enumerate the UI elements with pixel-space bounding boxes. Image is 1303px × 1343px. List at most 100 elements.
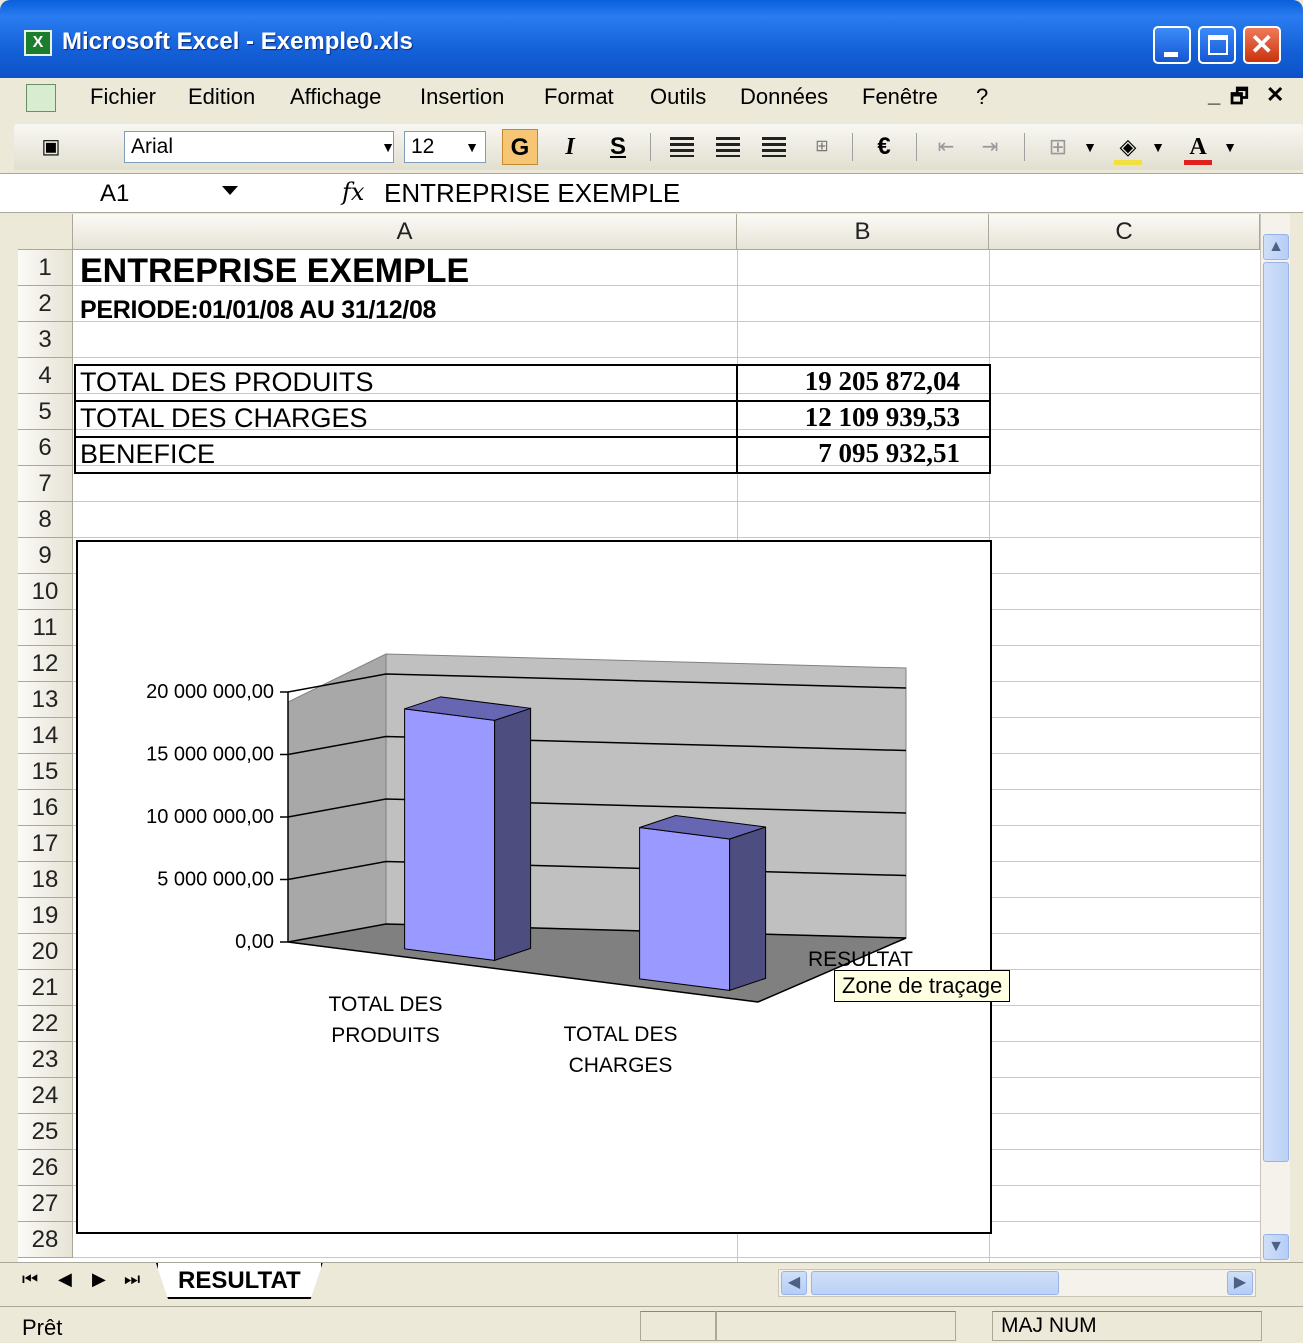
row-header-22[interactable]: 22 — [18, 1006, 73, 1042]
name-box[interactable]: A1 — [18, 176, 254, 212]
italic-button[interactable]: I — [552, 129, 588, 165]
borders-icon[interactable]: ⊞ — [1040, 129, 1076, 165]
vertical-scrollbar[interactable]: ▲ ▼ — [1260, 214, 1290, 1262]
align-left-icon[interactable] — [670, 137, 694, 157]
row-header-15[interactable]: 15 — [18, 754, 73, 790]
menu-affichage[interactable]: Affichage — [290, 84, 381, 110]
row-header-16[interactable]: 16 — [18, 790, 73, 826]
row-header-12[interactable]: 12 — [18, 646, 73, 682]
align-center-icon[interactable] — [716, 137, 740, 157]
close-button[interactable]: ✕ — [1243, 26, 1281, 64]
row-header-21[interactable]: 21 — [18, 970, 73, 1006]
formula-content[interactable]: ENTREPRISE EXEMPLE — [384, 178, 680, 209]
horizontal-scroll-thumb[interactable] — [811, 1271, 1059, 1295]
font-name-dropdown-icon[interactable]: ▼ — [378, 132, 398, 162]
cell-b4[interactable]: 19 205 872,04 — [742, 366, 960, 397]
row-header-6[interactable]: 6 — [18, 430, 73, 466]
horizontal-scrollbar[interactable]: ◀ ▶ — [778, 1269, 1256, 1297]
scroll-left-button[interactable]: ◀ — [781, 1271, 807, 1295]
bold-button[interactable]: G — [502, 129, 538, 165]
row-header-8[interactable]: 8 — [18, 502, 73, 538]
row-header-14[interactable]: 14 — [18, 718, 73, 754]
merge-center-icon[interactable]: ⊞ — [804, 129, 840, 165]
fill-color-dropdown-icon[interactable]: ▼ — [1148, 132, 1168, 162]
cell-a6[interactable]: BENEFICE — [80, 439, 215, 470]
menu-donnees[interactable]: Données — [740, 84, 828, 110]
row-header-9[interactable]: 9 — [18, 538, 73, 574]
row-header-4[interactable]: 4 — [18, 358, 73, 394]
row-header-7[interactable]: 7 — [18, 466, 73, 502]
menu-help[interactable]: ? — [976, 84, 988, 110]
worksheet-grid[interactable]: A B C 1 2 3 4 5 6 7 8 9 10 11 12 13 14 15 16 17 18 19 20 21 2… — [18, 214, 1260, 1262]
row-header-1[interactable]: 1 — [18, 250, 73, 286]
menu-insertion[interactable]: Insertion — [420, 84, 504, 110]
row-header-17[interactable]: 17 — [18, 826, 73, 862]
font-name-box[interactable]: Arial — [124, 131, 394, 163]
underline-button[interactable]: S — [600, 129, 636, 165]
scroll-down-button[interactable]: ▼ — [1263, 1234, 1289, 1260]
increase-indent-icon[interactable]: ⇥ — [972, 129, 1008, 165]
menu-format[interactable]: Format — [544, 84, 614, 110]
font-color-swatch — [1184, 160, 1212, 165]
previous-sheet-button[interactable]: ◀ — [58, 1269, 72, 1290]
cell-a5[interactable]: TOTAL DES CHARGES — [80, 403, 368, 434]
row-header-13[interactable]: 13 — [18, 682, 73, 718]
row-header-2[interactable]: 2 — [18, 286, 73, 322]
decrease-indent-icon[interactable]: ⇤ — [928, 129, 964, 165]
doc-restore-button[interactable]: 🗗 — [1230, 82, 1249, 116]
last-sheet-button[interactable]: ⏭ — [124, 1269, 140, 1290]
cell-a4[interactable]: TOTAL DES PRODUITS — [80, 367, 374, 398]
bar-chart[interactable]: 0,00 5 000 000,00 10 000 000,00 15 000 000,… — [78, 542, 990, 1232]
doc-minimize-button[interactable]: _ — [1208, 82, 1220, 108]
align-right-icon[interactable] — [762, 137, 786, 157]
row-header-27[interactable]: 27 — [18, 1186, 73, 1222]
y-tick-label: 5 000 000,00 — [157, 869, 274, 891]
chart-area[interactable]: 0,00 5 000 000,00 10 000 000,00 15 000 000,… — [76, 540, 992, 1234]
row-header-10[interactable]: 10 — [18, 574, 73, 610]
document-icon[interactable] — [26, 84, 56, 112]
menu-fenetre[interactable]: Fenêtre — [862, 84, 938, 110]
sheet-tab-resultat[interactable]: RESULTAT — [156, 1263, 323, 1299]
row-gridline — [73, 357, 1260, 358]
column-header-b[interactable]: B — [737, 214, 989, 250]
row-header-20[interactable]: 20 — [18, 934, 73, 970]
menu-fichier[interactable]: Fichier — [90, 84, 156, 110]
euro-button[interactable]: € — [866, 129, 902, 165]
row-header-24[interactable]: 24 — [18, 1078, 73, 1114]
next-sheet-button[interactable]: ▶ — [92, 1269, 106, 1290]
row-header-3[interactable]: 3 — [18, 322, 73, 358]
column-header-a[interactable]: A — [73, 214, 737, 250]
font-size-dropdown-icon[interactable]: ▼ — [462, 132, 482, 162]
scroll-right-button[interactable]: ▶ — [1227, 1271, 1253, 1295]
maximize-button[interactable] — [1198, 26, 1236, 64]
excel-app-icon[interactable]: X — [24, 30, 52, 56]
row-header-28[interactable]: 28 — [18, 1222, 73, 1258]
row-header-11[interactable]: 11 — [18, 610, 73, 646]
scroll-up-button[interactable]: ▲ — [1263, 234, 1289, 260]
menu-edition[interactable]: Edition — [188, 84, 255, 110]
toolbar-options-icon[interactable]: ▣ — [32, 129, 70, 165]
cell-a2[interactable]: PERIODE:01/01/08 AU 31/12/08 — [80, 296, 436, 325]
bar-side — [494, 707, 532, 962]
doc-close-button[interactable]: ✕ — [1266, 82, 1284, 108]
row-header-23[interactable]: 23 — [18, 1042, 73, 1078]
cell-a1[interactable]: ENTREPRISE EXEMPLE — [80, 252, 469, 291]
select-all-corner[interactable] — [18, 214, 73, 250]
row-header-25[interactable]: 25 — [18, 1114, 73, 1150]
row-header-19[interactable]: 19 — [18, 898, 73, 934]
font-color-dropdown-icon[interactable]: ▼ — [1220, 132, 1240, 162]
first-sheet-button[interactable]: ⏮ — [22, 1269, 38, 1290]
cell-b5[interactable]: 12 109 939,53 — [742, 402, 960, 433]
insert-function-icon[interactable]: fx — [342, 178, 364, 206]
cell-b6[interactable]: 7 095 932,51 — [742, 438, 960, 469]
row-header-26[interactable]: 26 — [18, 1150, 73, 1186]
toolbar-separator — [1024, 133, 1025, 161]
column-header-c[interactable]: C — [989, 214, 1260, 250]
menu-outils[interactable]: Outils — [650, 84, 706, 110]
row-header-18[interactable]: 18 — [18, 862, 73, 898]
row-header-5[interactable]: 5 — [18, 394, 73, 430]
minimize-button[interactable] — [1153, 26, 1191, 64]
name-box-dropdown-icon[interactable] — [222, 186, 238, 195]
borders-dropdown-icon[interactable]: ▼ — [1080, 132, 1100, 162]
vertical-scroll-thumb[interactable] — [1263, 262, 1289, 1162]
